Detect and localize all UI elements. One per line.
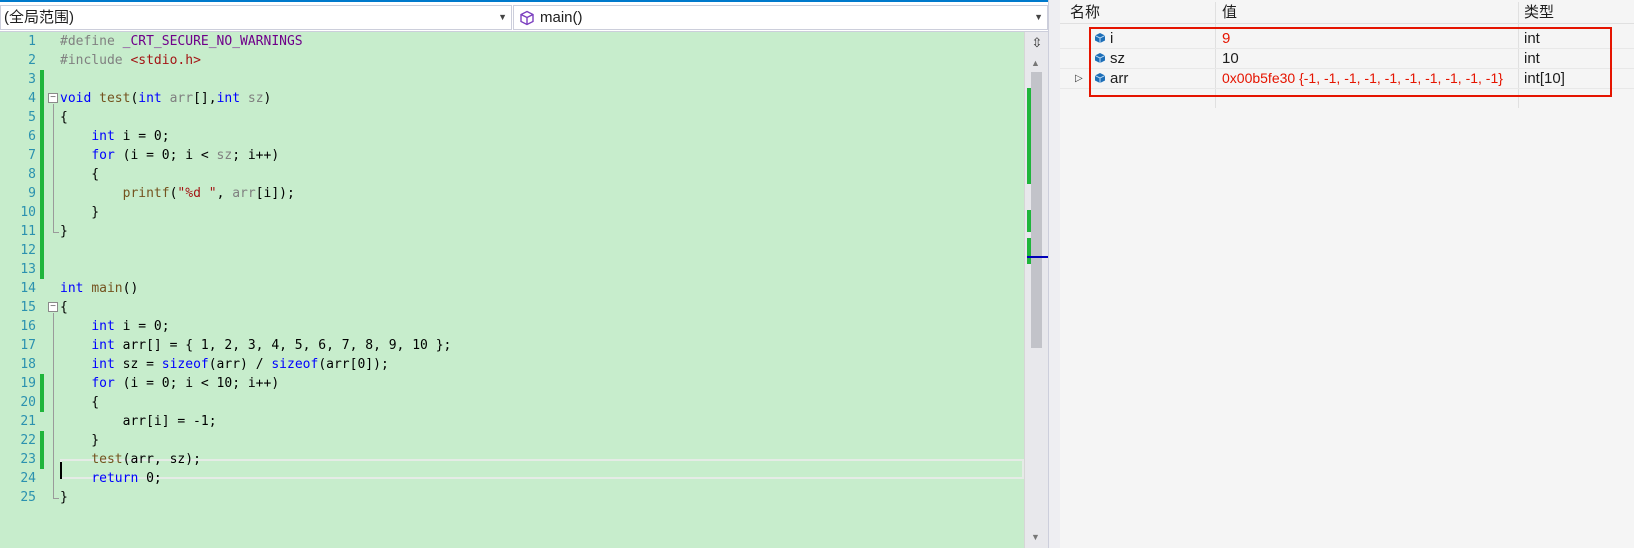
code-line: return 0; xyxy=(91,471,162,486)
function-dropdown-value: main() xyxy=(540,9,583,26)
column-header-type[interactable]: 类型 xyxy=(1524,2,1554,24)
code-line: test(arr, sz); xyxy=(91,452,201,467)
change-marker xyxy=(40,431,44,469)
line-number: 15 xyxy=(20,300,36,315)
line-number: 4 xyxy=(28,91,36,106)
code-line: for (i = 0; i < sz; i++) xyxy=(91,148,280,163)
code-line: int arr[] = { 1, 2, 3, 4, 5, 6, 7, 8, 9,… xyxy=(91,338,452,353)
code-editor[interactable]: (全局范围) ▼ main() ▼ 1 2 3 4 5 6 7 8 9 10 1… xyxy=(0,0,1049,548)
change-marker xyxy=(40,70,44,279)
line-number: 24 xyxy=(20,471,36,486)
collapse-toggle-icon[interactable]: − xyxy=(48,302,58,312)
change-marker-overview xyxy=(1027,238,1031,264)
scroll-up-icon[interactable]: ▲ xyxy=(1031,58,1040,68)
line-number: 6 xyxy=(28,129,36,144)
vertical-scrollbar[interactable]: ⇳ ▲ ▼ xyxy=(1024,32,1049,548)
change-marker-overview xyxy=(1027,88,1031,184)
scope-dropdown[interactable]: (全局范围) ▼ xyxy=(0,5,512,30)
navigation-bar: (全局范围) ▼ main() ▼ xyxy=(0,0,1048,32)
code-line: } xyxy=(60,433,100,448)
outline-guide-end xyxy=(53,232,59,233)
code-line: { xyxy=(60,300,68,315)
code-line: int main() xyxy=(60,281,139,296)
pane-splitter[interactable] xyxy=(1048,0,1060,548)
caret-position-marker xyxy=(1027,256,1049,258)
line-number: 21 xyxy=(20,414,36,429)
line-number: 23 xyxy=(20,452,36,467)
function-dropdown[interactable]: main() ▼ xyxy=(513,5,1048,30)
line-number: 7 xyxy=(28,148,36,163)
code-area[interactable]: #define _CRT_SECURE_NO_WARNINGS #include… xyxy=(60,32,1024,548)
line-number: 10 xyxy=(20,205,36,220)
line-number: 19 xyxy=(20,376,36,391)
collapse-toggle-icon[interactable]: − xyxy=(48,93,58,103)
line-number: 11 xyxy=(20,224,36,239)
line-number: 18 xyxy=(20,357,36,372)
line-number: 2 xyxy=(28,53,36,68)
line-number: 5 xyxy=(28,110,36,125)
code-line: } xyxy=(60,490,68,505)
watch-window: 名称 值 类型 i 9 int sz 10 int ▷ arr 0x00b5fe… xyxy=(1060,0,1634,548)
line-number: 25 xyxy=(20,490,36,505)
line-number: 14 xyxy=(20,281,36,296)
line-number: 8 xyxy=(28,167,36,182)
scope-dropdown-value: (全局范围) xyxy=(4,9,74,26)
outline-guide xyxy=(53,104,54,233)
line-number: 1 xyxy=(28,34,36,49)
code-line: for (i = 0; i < 10; i++) xyxy=(91,376,280,391)
line-number: 13 xyxy=(20,262,36,277)
code-line: int i = 0; xyxy=(91,319,170,334)
line-number: 16 xyxy=(20,319,36,334)
code-line: arr[i] = -1; xyxy=(60,414,217,429)
outline-guide xyxy=(53,313,54,498)
line-number-gutter: 1 2 3 4 5 6 7 8 9 10 11 12 13 14 15 16 1… xyxy=(0,32,60,548)
code-line: printf("%d ", arr[i]); xyxy=(122,186,295,201)
code-line: int i = 0; xyxy=(91,129,170,144)
expand-triangle-icon[interactable]: ▷ xyxy=(1075,68,1083,89)
line-number: 12 xyxy=(20,243,36,258)
code-line: { xyxy=(60,395,100,410)
outline-guide-end xyxy=(53,498,59,499)
line-number: 17 xyxy=(20,338,36,353)
change-marker-overview xyxy=(1027,210,1031,232)
split-editor-icon[interactable]: ⇳ xyxy=(1028,34,1046,52)
column-header-value[interactable]: 值 xyxy=(1222,2,1237,24)
line-number: 3 xyxy=(28,72,36,87)
code-line: } xyxy=(60,224,68,239)
scroll-down-icon[interactable]: ▼ xyxy=(1031,532,1040,542)
watch-header: 名称 值 类型 xyxy=(1060,2,1634,24)
line-number: 22 xyxy=(20,433,36,448)
code-line: { xyxy=(60,110,68,125)
code-line: } xyxy=(60,205,100,220)
scrollbar-thumb[interactable] xyxy=(1031,72,1042,348)
change-marker xyxy=(40,374,44,412)
code-line: void test(int arr[],int sz) xyxy=(60,91,272,106)
chevron-down-icon: ▼ xyxy=(1034,12,1043,22)
chevron-down-icon: ▼ xyxy=(498,12,507,22)
current-line-highlight xyxy=(60,459,1024,479)
code-line: int sz = sizeof(arr) / sizeof(arr[0]); xyxy=(91,357,389,372)
column-header-name[interactable]: 名称 xyxy=(1070,2,1100,24)
code-line: { xyxy=(60,167,100,182)
line-number: 20 xyxy=(20,395,36,410)
code-line: #include <stdio.h> xyxy=(60,53,201,68)
annotation-highlight-box xyxy=(1089,27,1612,97)
line-number: 9 xyxy=(28,186,36,201)
function-cube-icon xyxy=(520,10,534,26)
code-line: #define _CRT_SECURE_NO_WARNINGS xyxy=(60,34,303,49)
